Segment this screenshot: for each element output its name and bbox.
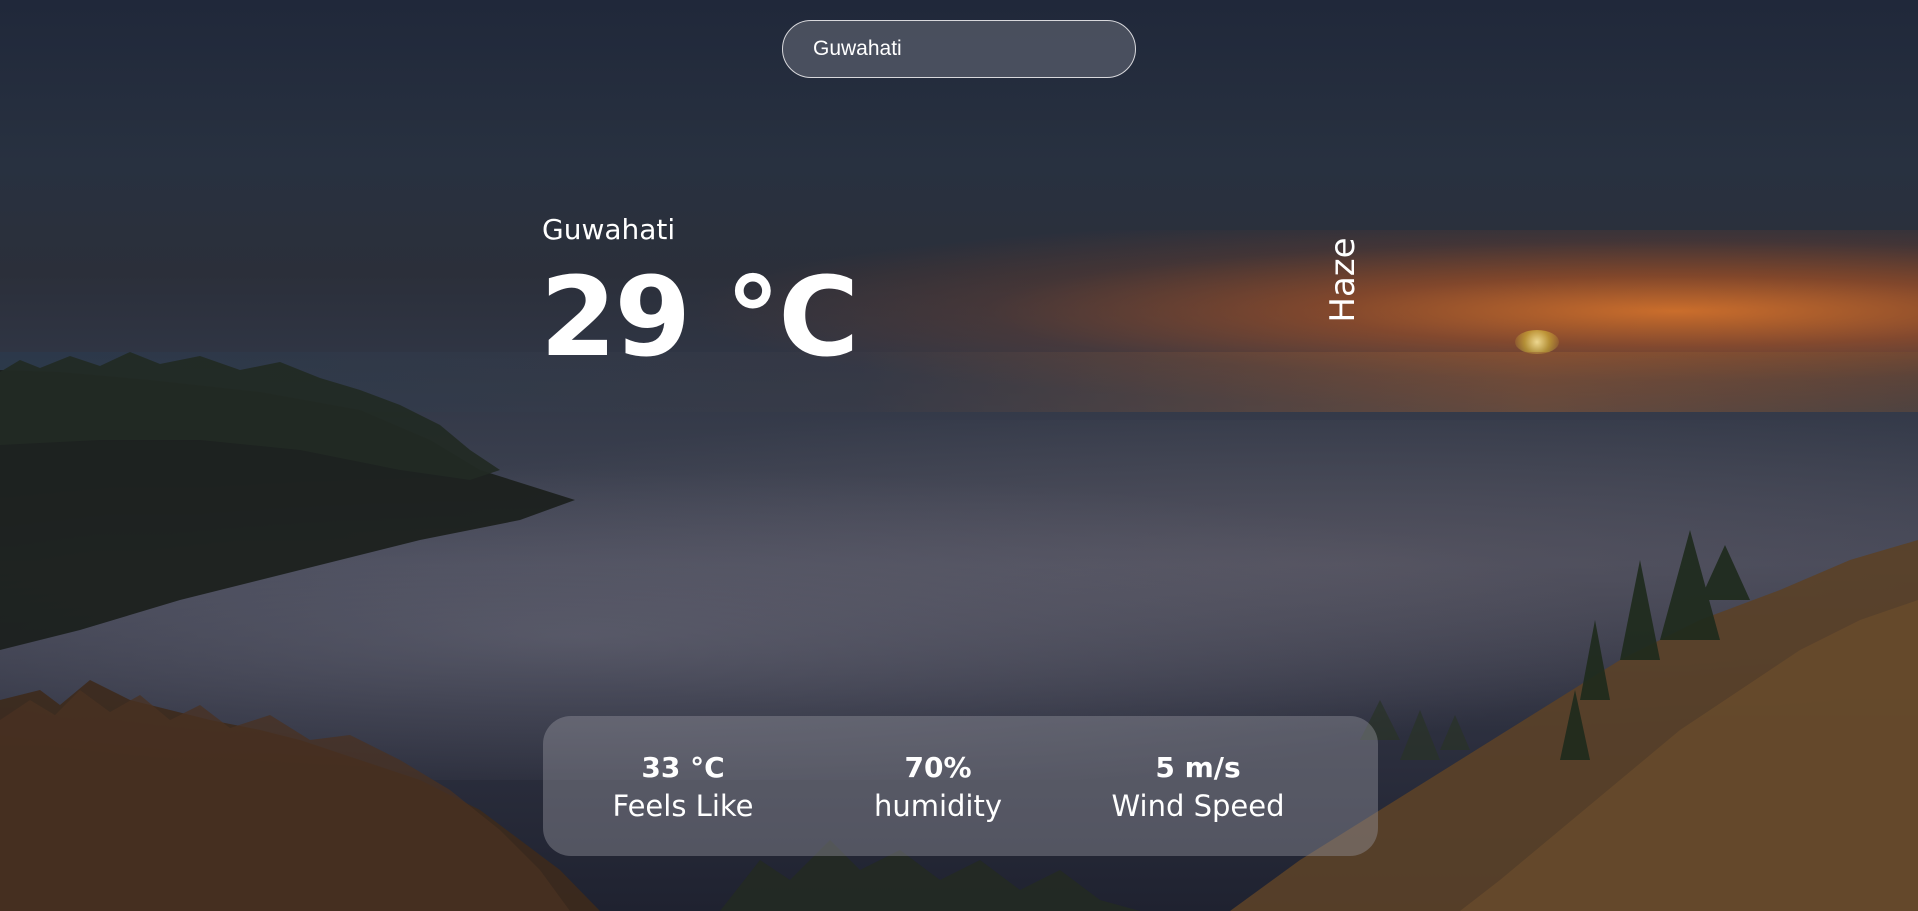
- stat-feels-like: 33 °C Feels Like: [598, 750, 768, 826]
- wind-speed-value: 5 m/s: [1155, 751, 1241, 784]
- weather-stats-card: 33 °C Feels Like 70% humidity 5 m/s Wind…: [543, 716, 1378, 856]
- city-name: Guwahati: [542, 213, 676, 246]
- bottom-left-forest: [0, 690, 570, 911]
- feels-like-value: 33 °C: [641, 751, 725, 784]
- wind-speed-label: Wind Speed: [1111, 789, 1285, 823]
- temperature: 29 °C: [540, 253, 859, 381]
- search-input[interactable]: [782, 20, 1136, 78]
- stat-humidity: 70% humidity: [863, 750, 1013, 826]
- background-scene: Guwahati 29 °C Haze 33 °C Feels Like 70%…: [0, 0, 1918, 911]
- stat-wind-speed: 5 m/s Wind Speed: [1098, 750, 1298, 826]
- humidity-value: 70%: [904, 751, 972, 784]
- feels-like-label: Feels Like: [612, 789, 754, 823]
- weather-condition: Haze: [1323, 237, 1363, 323]
- humidity-label: humidity: [873, 789, 1003, 823]
